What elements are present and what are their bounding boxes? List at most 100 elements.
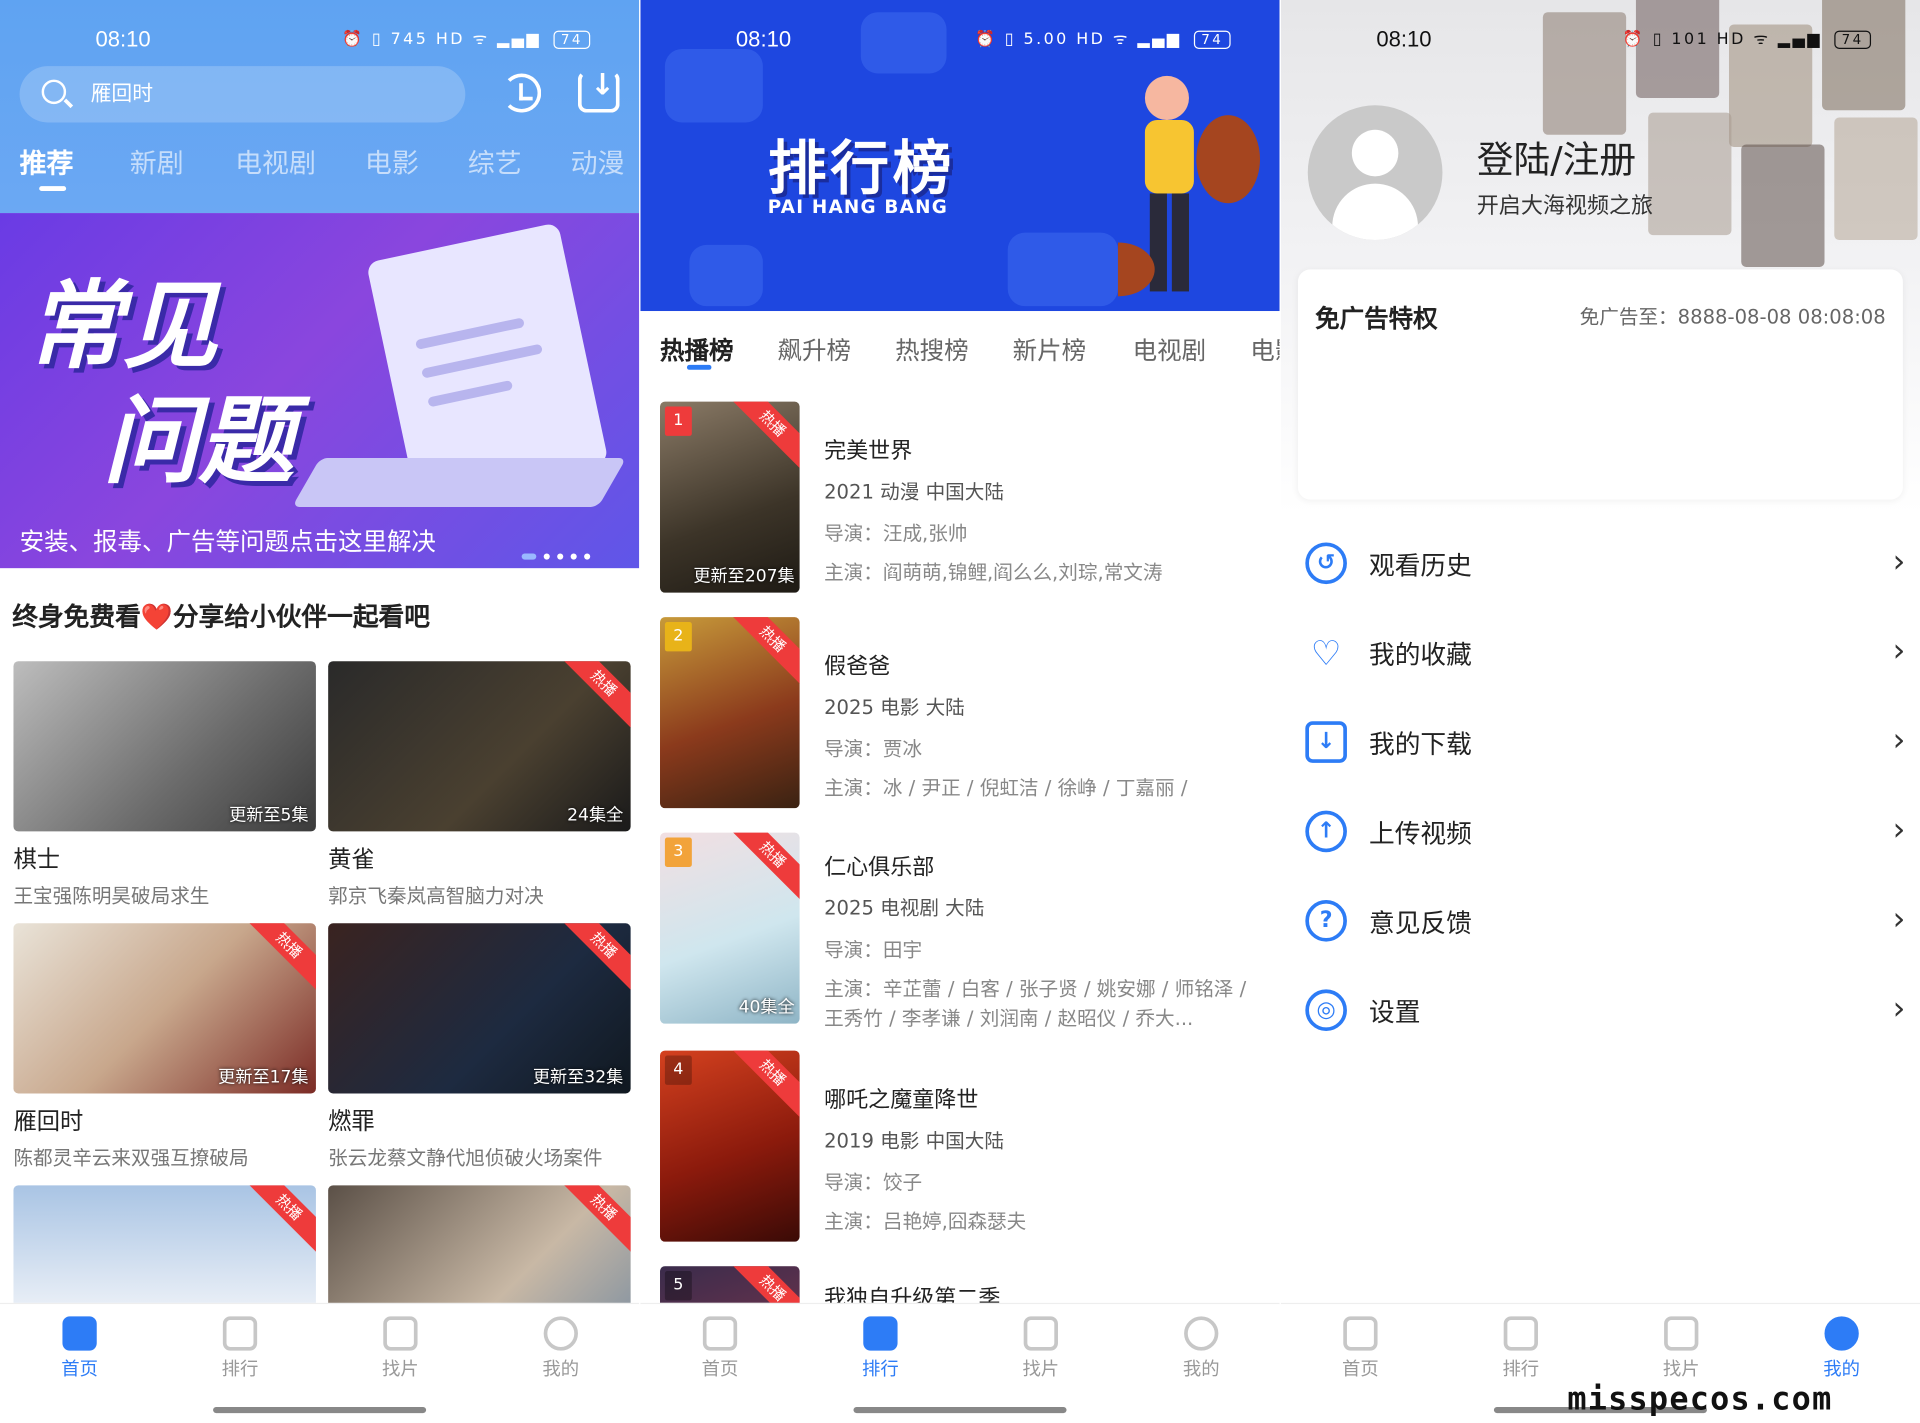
- nav-mine[interactable]: 我的: [1152, 1316, 1250, 1381]
- poster: 1 热播 更新至207集: [660, 401, 800, 593]
- nav-home[interactable]: 首页: [671, 1316, 769, 1381]
- nav-rank[interactable]: 排行: [191, 1316, 289, 1381]
- rank-icon: [1503, 1316, 1538, 1351]
- video-card[interactable]: 热播 更新至17集 雁回时 陈都灵辛云来双强互撩破局: [13, 923, 316, 1170]
- rank-info: 哪吒之魔童降世 2019 电影 中国大陆 导演：饺子 主演：吕艳婷,囧森瑟夫: [824, 1082, 1265, 1236]
- bottom-nav: 首页 排行 找片 我的: [640, 1302, 1280, 1421]
- menu-history[interactable]: ↺ 观看历史 ›: [1305, 534, 1905, 595]
- video-thumbnail: 热播 24集全: [328, 661, 631, 832]
- menu-settings[interactable]: ◎ 设置 ›: [1305, 981, 1905, 1042]
- poster: 5 热播: [660, 1266, 800, 1303]
- active-tab-indicator: [686, 364, 712, 370]
- rank-actors: 主演：吕艳婷,囧森瑟夫: [824, 1209, 1027, 1234]
- video-card[interactable]: 热播 24集全 黄雀 郭京飞秦岚高智脑力对决: [328, 661, 631, 908]
- home-indicator: [853, 1406, 1067, 1414]
- nav-rank[interactable]: 排行: [831, 1316, 929, 1381]
- video-card[interactable]: 热播 更新至32集 燃罪 张云龙蔡文静代旭侦破火场案件: [328, 923, 631, 1170]
- hot-tag: 热播: [724, 617, 800, 688]
- tab-trending-search[interactable]: 热搜榜: [895, 331, 968, 367]
- faq-banner[interactable]: 常见 问题 安装、报毒、广告等问题点击这里解决: [0, 213, 640, 569]
- video-card[interactable]: 更新至5集 棋士 王宝强陈明昊破局求生: [13, 661, 316, 908]
- video-title: 雁回时: [13, 1108, 84, 1136]
- menu-feedback[interactable]: ? 意见反馈 ›: [1305, 891, 1905, 952]
- nav-mine-label: 我的: [542, 1357, 580, 1381]
- history-icon[interactable]: [502, 73, 542, 113]
- active-tab-indicator: [39, 186, 67, 192]
- nav-find[interactable]: 找片: [351, 1316, 449, 1381]
- tab-movie[interactable]: 电影: [365, 142, 419, 181]
- battery-icon: 74: [553, 30, 591, 49]
- status-bar: 08:10 ⏰ ▯ 101 HD ᯤ ▂▄▆ 74: [1281, 0, 1920, 78]
- status-time: 08:10: [1376, 26, 1432, 52]
- rank-item[interactable]: 5 热播 我独自升级第二季: [660, 1266, 1272, 1303]
- user-icon: [543, 1316, 578, 1351]
- tab-hot[interactable]: 热播榜: [660, 331, 733, 367]
- banner-title-2: 问题: [102, 386, 294, 498]
- home-screen: 08:10 ⏰ ▯ 745 HD ᯤ ▂▄▆ 74 雁回时 推荐 新剧 电视剧 …: [0, 0, 640, 1421]
- nav-find-label: 找片: [382, 1357, 419, 1381]
- menu-upload[interactable]: ↑ 上传视频 ›: [1305, 802, 1905, 863]
- video-title: 燃罪: [328, 1108, 375, 1136]
- search-icon: [41, 79, 67, 105]
- tab-anime[interactable]: 动漫: [571, 142, 625, 181]
- rank-director: 导演：饺子: [824, 1170, 923, 1194]
- upload-icon: ↑: [1305, 810, 1347, 853]
- nav-mine[interactable]: 我的: [512, 1316, 610, 1381]
- rank-meta: 2019 电影 中国大陆: [824, 1128, 1004, 1153]
- rank-screen: 排行榜 PAI HANG BANG 08:10 ⏰ ▯ 5.00 HD ᯤ ▂▄…: [640, 0, 1280, 1421]
- nav-rank-label: 排行: [862, 1357, 899, 1381]
- nav-mine[interactable]: 我的: [1793, 1316, 1891, 1381]
- chevron-right-icon: ›: [1892, 811, 1906, 849]
- tab-tv[interactable]: 电视剧: [235, 142, 316, 181]
- tab-new-drama[interactable]: 新剧: [130, 142, 184, 181]
- download-icon[interactable]: [577, 67, 620, 113]
- tab-new[interactable]: 新片榜: [1013, 331, 1086, 367]
- login-button[interactable]: 登陆/注册: [1477, 130, 1636, 184]
- rank-item[interactable]: 1 热播 更新至207集 完美世界 2021 动漫 中国大陆 导演：汪成,张帅 …: [660, 401, 1272, 598]
- menu-downloads[interactable]: ↓ 我的下载 ›: [1305, 713, 1905, 774]
- rank-item[interactable]: 2 热播 假爸爸 2025 电影 大陆 导演：贾冰 主演：冰 / 尹正 / 倪虹…: [660, 617, 1272, 813]
- rank-title: 完美世界: [824, 438, 913, 465]
- nav-find[interactable]: 找片: [1632, 1316, 1730, 1381]
- hot-tag: 热播: [555, 1185, 631, 1256]
- ad-free-title: 免广告特权: [1315, 303, 1438, 334]
- video-subtitle: 王宝强陈明昊破局求生: [13, 884, 210, 908]
- settings-icon: ◎: [1305, 989, 1347, 1032]
- nav-home[interactable]: 首页: [1311, 1316, 1409, 1381]
- search-text: 雁回时: [90, 82, 154, 107]
- nav-mine-label: 我的: [1823, 1357, 1861, 1381]
- status-icons: ⏰ ▯ 5.00 HD ᯤ ▂▄▆ 74: [975, 27, 1231, 49]
- menu-favorites[interactable]: ♡ 我的收藏 ›: [1305, 623, 1906, 684]
- chevron-right-icon: ›: [1892, 722, 1906, 760]
- category-tabs: 推荐 新剧 电视剧 电影 综艺 动漫: [0, 142, 639, 196]
- home-indicator: [213, 1406, 427, 1414]
- rank-number: 2: [664, 622, 692, 652]
- video-camera-icon: [1023, 1316, 1058, 1351]
- tab-variety[interactable]: 综艺: [468, 142, 522, 181]
- rank-info: 我独自升级第二季: [824, 1281, 1265, 1303]
- rank-info: 仁心俱乐部 2025 电视剧 大陆 导演：田宇 主演：辛芷蕾 / 白客 / 张子…: [824, 850, 1265, 1034]
- nav-rank[interactable]: 排行: [1472, 1316, 1570, 1381]
- avatar[interactable]: [1307, 105, 1443, 241]
- chevron-right-icon: ›: [1892, 543, 1906, 581]
- rank-director: 导演：贾冰: [824, 737, 923, 761]
- home-icon: [702, 1316, 738, 1351]
- tab-tv[interactable]: 电视剧: [1133, 331, 1206, 367]
- nav-home[interactable]: 首页: [31, 1316, 129, 1381]
- rank-number: 4: [664, 1055, 692, 1085]
- tab-movie[interactable]: 电影: [1250, 331, 1279, 367]
- rank-number: 5: [664, 1271, 692, 1301]
- rank-actors: 主演：辛芷蕾 / 白客 / 张子贤 / 姚安娜 / 师铭泽 / 王秀竹 / 李孝…: [824, 977, 1247, 1030]
- tab-rising[interactable]: 飙升榜: [778, 331, 851, 367]
- tab-recommend[interactable]: 推荐: [20, 142, 74, 181]
- nav-find[interactable]: 找片: [992, 1316, 1090, 1381]
- rank-item[interactable]: 4 热播 哪吒之魔童降世 2019 电影 中国大陆 导演：饺子 主演：吕艳婷,囧…: [660, 1050, 1272, 1247]
- menu-label: 设置: [1368, 997, 1421, 1028]
- search-input[interactable]: 雁回时: [19, 66, 466, 123]
- promo-text: 终身免费看❤️分享给小伙伴一起看吧: [12, 602, 430, 632]
- user-icon: [1824, 1316, 1859, 1351]
- rank-item[interactable]: 3 热播 40集全 仁心俱乐部 2025 电视剧 大陆 导演：田宇 主演：辛芷蕾…: [660, 832, 1272, 1030]
- video-thumbnail: 热播 更新至17集: [13, 923, 316, 1094]
- chevron-right-icon: ›: [1892, 990, 1906, 1028]
- login-subtitle: 开启大海视频之旅: [1476, 193, 1654, 220]
